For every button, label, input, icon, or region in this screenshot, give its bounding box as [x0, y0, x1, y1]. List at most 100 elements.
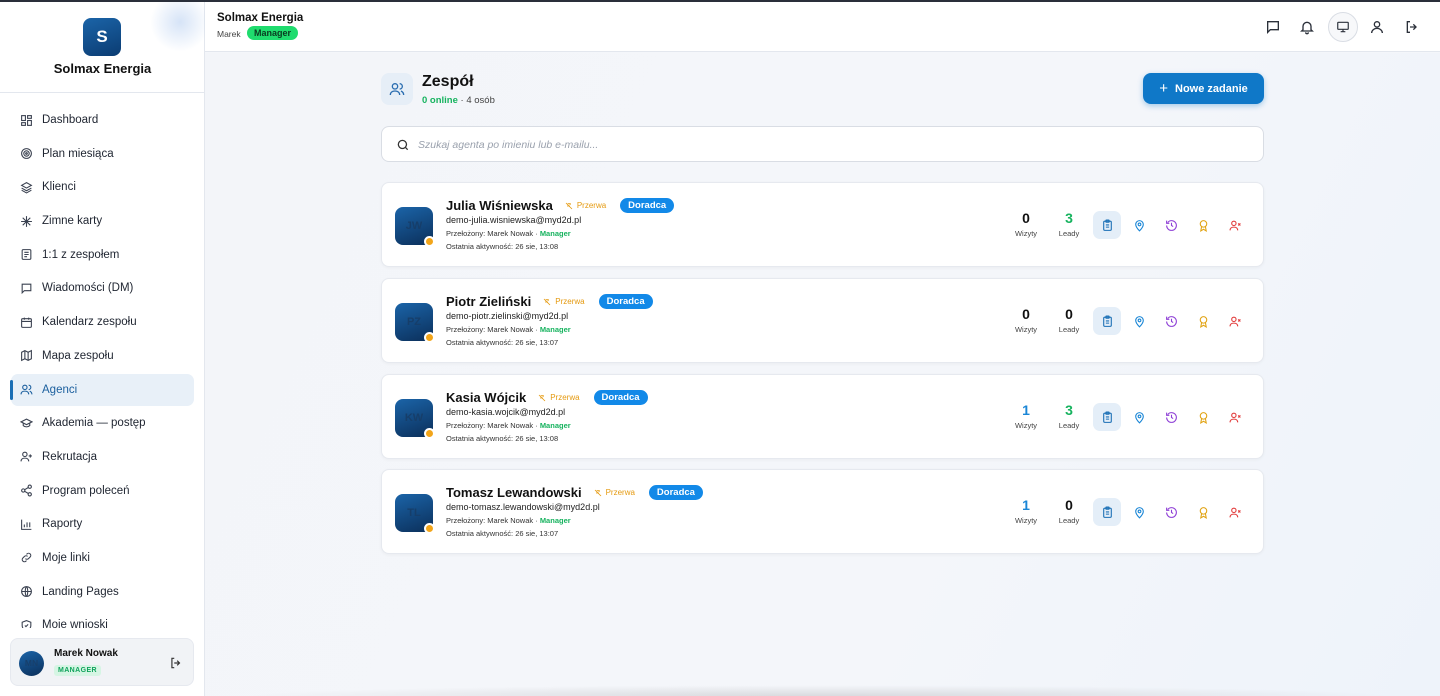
user-icon[interactable] [1369, 19, 1385, 35]
agent-status: Przerwa [565, 201, 606, 210]
role-badge: Doradca [620, 198, 675, 213]
user-role-badge: MANAGER [54, 665, 101, 676]
agent-status: Przerwa [594, 488, 635, 497]
main-content: Zespół 0 online · 4 osób + Nowe zadanie … [205, 53, 1440, 696]
remove-user-button[interactable] [1221, 211, 1249, 239]
sidebar-item-label: Mapa zespołu [42, 349, 114, 362]
sidebar-item-dashboard[interactable]: Dashboard [11, 104, 194, 136]
sidebar-item-applications[interactable]: Moje wnioski [11, 609, 194, 628]
agent-status-label: Przerwa [555, 297, 585, 306]
avatar: MN [19, 651, 44, 676]
supervisor-prefix: Przełożony: [446, 516, 488, 525]
tasks-button[interactable] [1093, 498, 1121, 526]
sidebar-item-referrals[interactable]: Program poleceń [11, 475, 194, 507]
agent-email: demo-julia.wisniewska@myd2d.pl [446, 215, 582, 225]
sidebar-item-label: Moje wnioski [42, 619, 108, 628]
logout-icon[interactable] [1404, 19, 1420, 35]
leads-stat: 3 Leady [1049, 402, 1089, 430]
tasks-button[interactable] [1093, 211, 1121, 239]
sidebar-item-label: Rekrutacja [42, 450, 97, 463]
supervisor-name: Marek Nowak · [487, 421, 538, 430]
bell-icon[interactable] [1299, 19, 1315, 35]
sidebar-nav: Dashboard Plan miesiąca Klienci Zimne ka… [0, 104, 205, 628]
role-badge: Doradca [648, 485, 703, 500]
clipboard-icon [1102, 506, 1112, 518]
sidebar-item-cold-cards[interactable]: Zimne karty [11, 205, 194, 237]
history-button[interactable] [1157, 498, 1185, 526]
location-button[interactable] [1125, 403, 1153, 431]
remove-user-button[interactable] [1221, 403, 1249, 431]
sidebar-item-clients[interactable]: Klienci [11, 171, 194, 203]
user-profile-box[interactable]: MN Marek Nowak MANAGER [10, 638, 194, 686]
award-button[interactable] [1189, 403, 1217, 431]
tasks-button[interactable] [1093, 403, 1121, 431]
sidebar-item-calendar[interactable]: Kalendarz zespołu [11, 306, 194, 338]
location-button[interactable] [1125, 498, 1153, 526]
logout-icon[interactable] [169, 656, 183, 670]
page-title: Zespół [422, 73, 474, 90]
sidebar-item-messages[interactable]: Wiadomości (DM) [11, 272, 194, 304]
status-dot [424, 428, 435, 439]
award-button[interactable] [1189, 498, 1217, 526]
agent-email: demo-piotr.zielinski@myd2d.pl [446, 311, 569, 321]
agent-card[interactable]: PZ Piotr Zieliński Przerwa Doradca demo-… [381, 278, 1264, 363]
search-icon [396, 138, 410, 152]
sidebar-item-label: Agenci [42, 383, 78, 396]
leads-count: 0 [1065, 306, 1073, 322]
sidebar-item-academy[interactable]: Akademia — postęp [11, 407, 194, 439]
agent-card[interactable]: TL Tomasz Lewandowski Przerwa Doradca de… [381, 469, 1264, 554]
last-activity: Ostatnia aktywność: 26 sie, 13:07 [446, 338, 559, 347]
sidebar-item-landing-pages[interactable]: Landing Pages [11, 576, 194, 608]
last-activity: Ostatnia aktywność: 26 sie, 13:08 [446, 434, 559, 443]
sidebar-item-recruitment[interactable]: Rekrutacja [11, 441, 194, 473]
search-input[interactable] [418, 135, 1248, 155]
target-icon [19, 147, 33, 161]
history-button[interactable] [1157, 403, 1185, 431]
agent-email: demo-tomasz.lewandowski@myd2d.pl [446, 502, 600, 512]
monitor-icon [1337, 21, 1349, 33]
history-icon [1165, 506, 1177, 518]
remove-user-button[interactable] [1221, 498, 1249, 526]
history-icon [1165, 411, 1177, 423]
history-button[interactable] [1157, 211, 1185, 239]
location-button[interactable] [1125, 211, 1153, 239]
supervisor-name: Marek Nowak · [487, 325, 538, 334]
agent-card[interactable]: KW Kasia Wójcik Przerwa Doradca demo-kas… [381, 374, 1264, 459]
visits-label: Wizyty [1014, 325, 1038, 334]
remove-user-button[interactable] [1221, 307, 1249, 335]
chat-icon [19, 281, 33, 295]
sidebar-item-links[interactable]: Moje linki [11, 542, 194, 574]
brand-logo[interactable]: S [83, 18, 121, 56]
bottom-shadow [235, 685, 1405, 696]
sidebar-item-plan[interactable]: Plan miesiąca [11, 138, 194, 170]
sidebar-item-reports[interactable]: Raporty [11, 508, 194, 540]
history-icon [1165, 219, 1177, 231]
history-button[interactable] [1157, 307, 1185, 335]
new-task-button[interactable]: + Nowe zadanie [1143, 73, 1264, 104]
supervisor-role: Manager [539, 421, 571, 430]
supervisor-prefix: Przełożony: [446, 229, 488, 238]
message-icon[interactable] [1265, 19, 1281, 35]
map-pin-icon [1134, 219, 1144, 232]
award-button[interactable] [1189, 211, 1217, 239]
location-button[interactable] [1125, 307, 1153, 335]
monitor-button[interactable] [1328, 12, 1358, 42]
agent-supervisor: Przełożony: Marek Nowak · Manager [446, 325, 571, 334]
agent-name: Kasia Wójcik [446, 390, 527, 405]
agent-card[interactable]: JW Julia Wiśniewska Przerwa Doradca demo… [381, 182, 1264, 267]
supervisor-prefix: Przełożony: [446, 421, 488, 430]
sidebar-item-label: Dashboard [42, 114, 99, 126]
visits-count: 0 [1022, 306, 1030, 322]
sidebar-item-label: Moje linki [42, 551, 90, 564]
sidebar-item-map[interactable]: Mapa zespołu [11, 340, 194, 372]
sidebar-item-agents[interactable]: Agenci [10, 373, 194, 406]
grid-icon [19, 113, 33, 127]
user-remove-icon [1229, 316, 1241, 326]
tasks-button[interactable] [1093, 307, 1121, 335]
visits-stat: 1 Wizyty [1006, 402, 1046, 430]
sidebar-item-one-on-one[interactable]: 1:1 z zespołem [11, 239, 194, 271]
team-icon [381, 73, 413, 105]
snowflake-icon [19, 214, 33, 228]
supervisor-name: Marek Nowak · [487, 516, 538, 525]
award-button[interactable] [1189, 307, 1217, 335]
